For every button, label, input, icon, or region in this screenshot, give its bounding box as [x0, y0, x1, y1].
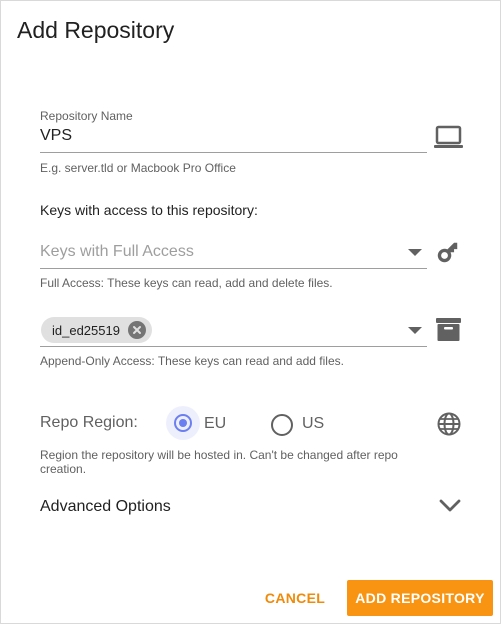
- key-icon: [435, 238, 462, 270]
- append-only-underline: [40, 346, 427, 347]
- repo-name-hint: E.g. server.tld or Macbook Pro Office: [40, 161, 236, 175]
- region-hint-line1: Region the repository will be hosted in.…: [40, 448, 398, 462]
- repo-name-underline: [40, 152, 427, 153]
- repo-region-label: Repo Region:: [40, 414, 138, 431]
- cancel-button[interactable]: CANCEL: [254, 581, 336, 615]
- repo-name-input[interactable]: VPS: [40, 127, 72, 145]
- full-access-dropdown-arrow-icon[interactable]: [408, 249, 422, 256]
- laptop-icon: [433, 124, 464, 155]
- radio-eu-label[interactable]: EU: [204, 415, 226, 433]
- region-hint-line2: creation.: [40, 462, 87, 476]
- repo-name-label: Repository Name: [40, 109, 133, 123]
- advanced-options-toggle[interactable]: Advanced Options: [40, 498, 171, 516]
- archive-icon: [436, 318, 461, 346]
- add-repository-button[interactable]: ADD REPOSITORY: [347, 580, 493, 616]
- radio-us-label[interactable]: US: [302, 415, 324, 433]
- dialog-title: Add Repository: [17, 17, 175, 43]
- radio-eu[interactable]: [174, 414, 192, 432]
- append-only-keys-select[interactable]: [151, 311, 407, 345]
- full-access-hint: Full Access: These keys can read, add an…: [40, 276, 333, 290]
- key-chip-label: id_ed25519: [52, 322, 120, 338]
- globe-icon: [437, 412, 461, 441]
- keys-section-title: Keys with access to this repository:: [40, 202, 258, 218]
- full-access-keys-select[interactable]: Keys with Full Access: [40, 243, 194, 261]
- radio-us[interactable]: [271, 414, 293, 436]
- chevron-down-icon[interactable]: [439, 499, 461, 518]
- remove-chip-icon[interactable]: [127, 321, 146, 339]
- add-repository-dialog: Add Repository Repository Name VPS E.g. …: [0, 0, 501, 624]
- append-only-dropdown-arrow-icon[interactable]: [408, 327, 422, 334]
- full-access-underline: [40, 268, 427, 269]
- key-chip: id_ed25519: [41, 317, 152, 343]
- append-only-hint: Append-Only Access: These keys can read …: [40, 354, 344, 368]
